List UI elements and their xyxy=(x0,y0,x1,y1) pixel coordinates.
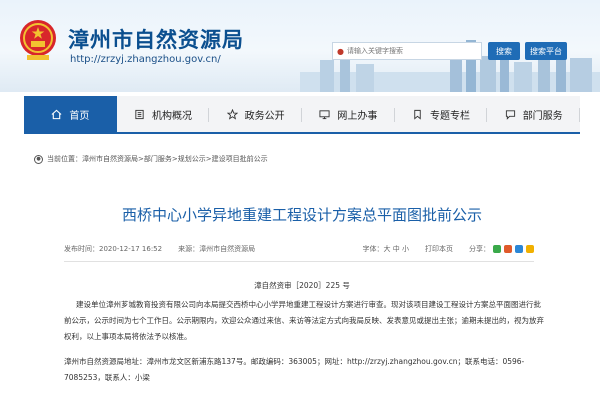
nav-item-online-services[interactable]: 网上办事 xyxy=(302,96,395,132)
nav-label: 机构概况 xyxy=(152,110,192,122)
publish-time: 发布时间：2020-12-17 16:52 xyxy=(64,245,163,253)
nav-divider xyxy=(579,108,581,122)
document-number: 漳自然资审［2020］225 号 xyxy=(254,281,350,290)
search-button[interactable]: 搜索 xyxy=(488,42,520,60)
search-input[interactable] xyxy=(346,47,467,55)
nav-label: 首页 xyxy=(69,110,90,122)
search-platform-button[interactable]: 搜索平台 xyxy=(525,42,567,60)
search-icon: ● xyxy=(337,46,344,56)
home-icon xyxy=(51,109,62,120)
nav-item-government-affairs[interactable]: 政务公开 xyxy=(209,96,303,132)
wechat-share-icon[interactable] xyxy=(493,245,501,253)
city-skyline-image xyxy=(300,40,600,92)
share-label: 分享： xyxy=(469,245,490,253)
national-emblem-logo xyxy=(20,20,56,60)
nav-item-organization[interactable]: 机构概况 xyxy=(117,96,210,132)
nav-label: 部门服务 xyxy=(522,110,563,122)
nav-item-home[interactable]: 首页 xyxy=(24,96,117,132)
star-icon xyxy=(226,108,238,120)
monitor-icon xyxy=(319,109,330,120)
article-content: ● 当前位置： 漳州市自然资源局>部门服务>规划公示>建设项目批前公示 西桥中心… xyxy=(24,134,580,393)
search-box: ● xyxy=(332,42,482,60)
article-source: 来源：漳州市自然资源局 xyxy=(178,245,256,253)
nav-label: 专题专栏 xyxy=(430,110,471,122)
article-paragraph: 建设单位漳州芗城教育投资有限公司向本局提交西桥中心小学异地重建工程设计方案进行审… xyxy=(64,300,544,341)
more-share-icon[interactable] xyxy=(526,245,534,253)
bookmark-icon xyxy=(412,109,423,120)
breadcrumb-path[interactable]: 漳州市自然资源局>部门服务>规划公示>建设项目批前公示 xyxy=(82,154,268,164)
list-icon xyxy=(134,109,145,120)
article-title: 西桥中心小学异地重建工程设计方案总平面图批前公示 xyxy=(121,206,482,224)
nav-label: 政务公开 xyxy=(244,110,285,122)
font-size-selector[interactable]: 字体：大 中 小 xyxy=(363,244,409,254)
qzone-share-icon[interactable] xyxy=(515,245,523,253)
nav-item-department-services[interactable]: 部门服务 xyxy=(487,96,581,132)
meta-tools: 字体：大 中 小 打印本页 分享： xyxy=(363,244,534,254)
main-nav: 首页 机构概况 政务公开 网上办事 专题专栏 部门服务 xyxy=(24,96,581,134)
nav-item-special-topics[interactable]: 专题专栏 xyxy=(395,96,488,132)
breadcrumb: ● 当前位置： 漳州市自然资源局>部门服务>规划公示>建设项目批前公示 xyxy=(34,154,268,164)
location-icon: ● xyxy=(34,154,43,164)
nav-label: 网上办事 xyxy=(337,110,378,122)
breadcrumb-prefix: 当前位置： xyxy=(47,155,82,163)
article-meta: 发布时间：2020-12-17 16:52 来源：漳州市自然资源局 字体：大 中… xyxy=(64,244,534,262)
chat-icon xyxy=(505,109,516,120)
site-title[interactable]: 漳州市自然资源局 xyxy=(68,24,244,54)
article-paragraph: 漳州市自然资源局地址：漳州市龙文区新浦东路137号。邮政编码：363005；网址… xyxy=(64,357,525,382)
weibo-share-icon[interactable] xyxy=(504,245,512,253)
site-header: 漳州市自然资源局 http://zrzyj.zhangzhou.gov.cn/ … xyxy=(0,0,600,92)
print-link[interactable]: 打印本页 xyxy=(425,244,453,254)
site-url[interactable]: http://zrzyj.zhangzhou.gov.cn/ xyxy=(70,54,221,65)
